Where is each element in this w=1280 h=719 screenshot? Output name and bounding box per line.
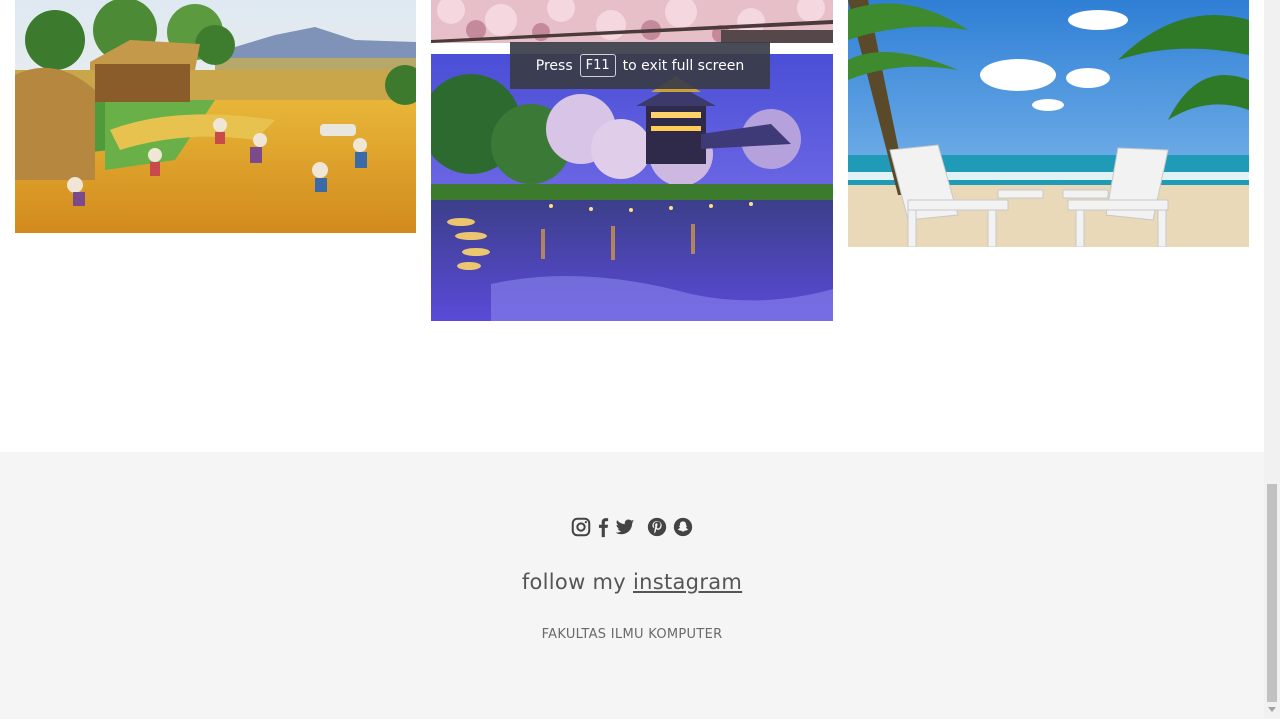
- pinterest-icon[interactable]: [646, 516, 668, 538]
- cherry-blossom-image: [431, 0, 833, 43]
- fullscreen-toast: Press F11 to exit full screen: [510, 42, 770, 89]
- page: Press F11 to exit full screen follow my: [0, 0, 1280, 719]
- faculty-name: FAKULTAS ILMU KOMPUTER: [541, 627, 723, 642]
- gallery-image-castle[interactable]: [431, 54, 833, 321]
- gallery-image-farm[interactable]: [15, 0, 416, 233]
- vertical-scrollbar[interactable]: [1264, 0, 1280, 719]
- scroll-down-arrow-icon[interactable]: [1268, 707, 1276, 712]
- beach-chairs-image: [848, 0, 1249, 247]
- gallery-image-beach[interactable]: [848, 0, 1249, 247]
- instagram-link[interactable]: instagram: [633, 570, 742, 594]
- scrollbar-thumb[interactable]: [1267, 484, 1277, 702]
- follow-instagram-text: follow my instagram: [0, 570, 1264, 594]
- instagram-icon[interactable]: [570, 516, 592, 538]
- footer: follow my instagram FAKULTAS ILMU KOMPUT…: [0, 452, 1264, 719]
- toast-prefix: Press: [535, 57, 573, 74]
- toast-suffix: to exit full screen: [622, 57, 745, 74]
- facebook-icon[interactable]: [596, 516, 610, 538]
- farm-painting-image: [15, 0, 416, 233]
- twitter-icon[interactable]: [614, 516, 636, 538]
- gallery-image-blossom[interactable]: [431, 0, 833, 43]
- castle-night-image: [431, 54, 833, 321]
- social-icons: [0, 516, 1264, 538]
- toast-key-f11: F11: [579, 54, 616, 77]
- snapchat-icon[interactable]: [672, 516, 694, 538]
- follow-text: follow my: [521, 570, 627, 594]
